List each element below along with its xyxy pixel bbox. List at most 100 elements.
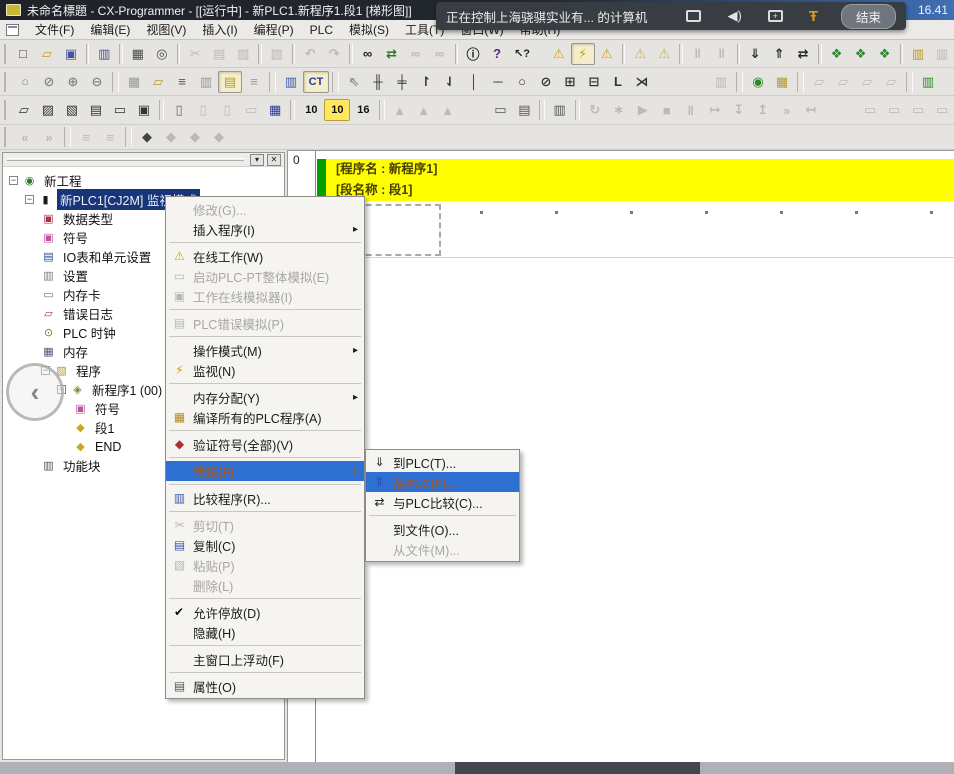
io-table-window-button[interactable]: ▥: [906, 43, 930, 65]
allow-docking-menu-item[interactable]: ✔允许停放(D): [166, 602, 364, 622]
output-window-btn-button[interactable]: ▤: [512, 99, 536, 121]
copy-menu-item[interactable]: ▤复制(C): [166, 535, 364, 555]
new-project-button[interactable]: □: [11, 43, 35, 65]
show-properties-window-button[interactable]: ▨: [36, 99, 60, 121]
mnemonic-view-button[interactable]: ≡: [242, 71, 266, 93]
toolbar-grip[interactable]: [4, 72, 9, 92]
new-instruction-block-button[interactable]: ⊟: [582, 71, 606, 93]
toolbar-grip[interactable]: [4, 44, 7, 64]
compile-calendar-button[interactable]: ▦: [770, 71, 794, 93]
hide-menu-item[interactable]: 隐藏(H): [166, 622, 364, 642]
compile-program-button[interactable]: ❖: [825, 43, 849, 65]
save-project-button[interactable]: ▣: [59, 43, 83, 65]
remote-control-side-handle[interactable]: ‹: [6, 363, 64, 421]
help-button[interactable]: ?: [485, 43, 509, 65]
monitor-in-rung-button[interactable]: ▥: [194, 71, 218, 93]
new-closed-coil-button[interactable]: ⊘: [534, 71, 558, 93]
program-check-options-button[interactable]: ❖: [873, 43, 897, 65]
menubar-item-file[interactable]: 文件(F): [27, 21, 82, 39]
stamp-tool-button[interactable]: ◉: [746, 71, 770, 93]
compile-all-plc-programs-menu-item[interactable]: ▦编译所有的PLC程序(A): [166, 407, 364, 427]
transfer-from-plc-button[interactable]: ⇑: [767, 43, 791, 65]
show-cross-reference-button[interactable]: ▤: [84, 99, 108, 121]
float-window-button[interactable]: ▱: [12, 99, 36, 121]
new-inverted-instruction-button[interactable]: L: [606, 71, 630, 93]
rung-comment-list-button[interactable]: ≡: [170, 71, 194, 93]
show-local-symbol-table-button[interactable]: ▧: [60, 99, 84, 121]
pane-collapse-button[interactable]: ▾: [250, 154, 264, 166]
new-vertical-line-button[interactable]: │: [462, 71, 486, 93]
context-help-button[interactable]: ↖?: [509, 43, 535, 65]
symbol-comment-tool-button[interactable]: ▥: [279, 71, 303, 93]
tree-expander-new-project[interactable]: −: [9, 176, 18, 185]
show-address-reference-button[interactable]: ▭: [108, 99, 132, 121]
selection-mode-button[interactable]: ⇖: [342, 71, 366, 93]
menubar-item-edit[interactable]: 编辑(E): [82, 21, 138, 39]
child-document-icon[interactable]: [6, 24, 19, 36]
ladder-view-toggle-button[interactable]: ▤: [218, 71, 242, 93]
fullscreen-icon[interactable]: [686, 10, 701, 22]
monitor-decimal-button[interactable]: 10: [298, 99, 324, 121]
about-button[interactable]: ⓘ: [461, 43, 485, 65]
to-plc-menu-item[interactable]: ⇓到PLC(T)...: [366, 452, 519, 472]
print-button[interactable]: ▦: [126, 43, 150, 65]
find-button[interactable]: ∞: [356, 43, 380, 65]
window-layout-icon[interactable]: +: [768, 10, 783, 22]
binary-monitor-button[interactable]: ▦: [263, 99, 287, 121]
menubar-item-insert[interactable]: 插入(I): [194, 21, 245, 39]
toggle-grid-button[interactable]: ▦: [122, 71, 146, 93]
compare-programs-button[interactable]: ▥: [92, 43, 116, 65]
menubar-item-program[interactable]: 编程(P): [246, 21, 302, 39]
compile-all-programs-btn-button[interactable]: ❖: [849, 43, 873, 65]
new-or-closed-contact-button[interactable]: ⇃: [438, 71, 462, 93]
zoom-region-button[interactable]: ⊘: [37, 71, 61, 93]
compare-with-plc-btn-button[interactable]: ⇄: [791, 43, 815, 65]
monitor-hex-button[interactable]: 16: [350, 99, 376, 121]
from-plc-menu-item[interactable]: ⇑从PLC(F)...: [366, 472, 519, 492]
insert-program-menu-item[interactable]: 插入程序(I)▸: [166, 219, 364, 239]
verify-symbols-all-menu-item[interactable]: ◆验证符号(全部)(V): [166, 434, 364, 454]
work-online-button[interactable]: ⚠: [547, 43, 571, 65]
memory-allocation-menu-item[interactable]: 内存分配(Y)▸: [166, 387, 364, 407]
work-online-menu-item[interactable]: ⚠在线工作(W): [166, 246, 364, 266]
zoom-out-button[interactable]: ⊖: [85, 71, 109, 93]
new-closed-contact-button[interactable]: ╪: [390, 71, 414, 93]
new-or-open-contact-button[interactable]: ↾: [414, 71, 438, 93]
speaker-icon[interactable]: ◀): [727, 8, 741, 24]
toolbar-grip[interactable]: [4, 100, 8, 120]
tree-expander-new-plc1[interactable]: −: [25, 195, 34, 204]
transfer-to-plc-button[interactable]: ⇓: [743, 43, 767, 65]
print-preview-button[interactable]: ◎: [150, 43, 174, 65]
tree-pane-header[interactable]: ▾ ✕: [3, 153, 284, 167]
toggle-monitoring-button[interactable]: ⚡: [571, 43, 595, 65]
pane-close-button[interactable]: ✕: [267, 154, 281, 166]
memory-view-window-button[interactable]: ▥: [548, 99, 572, 121]
open-project-button[interactable]: ▱: [35, 43, 59, 65]
remote-app-logo-icon[interactable]: Ŧ: [809, 8, 818, 25]
compare-program-menu-item[interactable]: ▥比较程序(R)...: [166, 488, 364, 508]
watch-window-btn-button[interactable]: ▭: [488, 99, 512, 121]
options-button[interactable]: ▣: [132, 99, 156, 121]
end-session-button[interactable]: 结束: [841, 4, 896, 29]
symbol-display-button[interactable]: ▱: [146, 71, 170, 93]
menubar-item-plc[interactable]: PLC: [302, 21, 341, 39]
to-file-menu-item[interactable]: 到文件(O)...: [366, 519, 519, 539]
properties-menu-item[interactable]: ▤属性(O): [166, 676, 364, 696]
zoom-in-button[interactable]: ⊕: [61, 71, 85, 93]
new-function-invoke-button[interactable]: ⋊: [630, 71, 654, 93]
new-plc-instruction-button[interactable]: ⊞: [558, 71, 582, 93]
zoom-100-button[interactable]: ○: [13, 71, 37, 93]
monitor-menu-item[interactable]: ⚡监视(N): [166, 360, 364, 380]
menubar-item-view[interactable]: 视图(V): [138, 21, 194, 39]
compare-with-plc-menu-item[interactable]: ⇄与PLC比较(C)...: [366, 492, 519, 512]
menubar-item-simulation[interactable]: 模拟(S): [341, 21, 397, 39]
operating-mode-menu-item[interactable]: 操作模式(M)▸: [166, 340, 364, 360]
new-horizontal-line-button[interactable]: ─: [486, 71, 510, 93]
find-replace-button[interactable]: ⇄: [380, 43, 404, 65]
differential-monitor-button[interactable]: ▥: [916, 71, 940, 93]
pause-monitoring-button[interactable]: ⚠: [595, 43, 619, 65]
new-open-contact-button[interactable]: ╫: [366, 71, 390, 93]
plc-pt-integrated-simulation-button[interactable]: ⚠: [628, 43, 652, 65]
section-comment-banner[interactable]: [程序名 : 新程序1] [段名称 : 段1]: [326, 159, 954, 201]
pane-drag-handle[interactable]: [7, 158, 244, 161]
